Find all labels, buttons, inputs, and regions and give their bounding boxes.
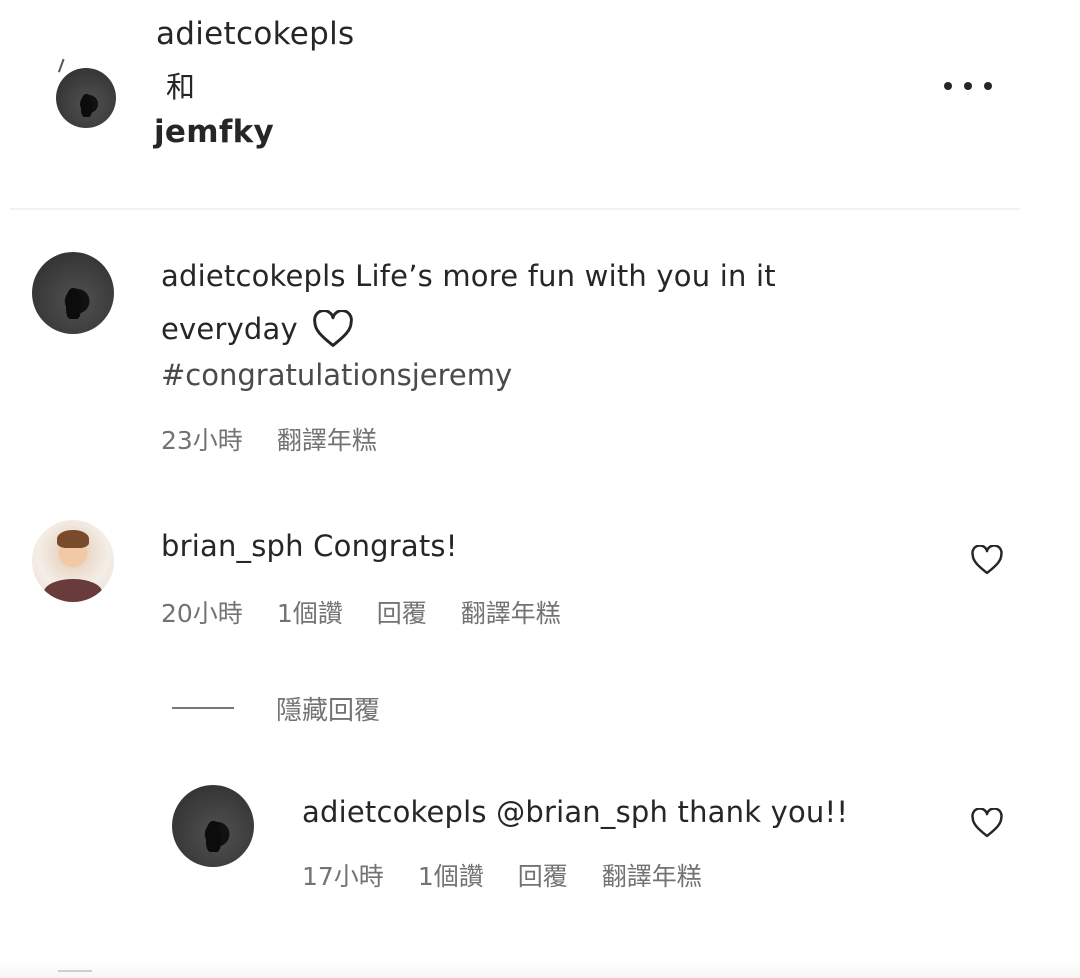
comment-username[interactable]: brian_sph: [161, 529, 304, 563]
translate-button[interactable]: 翻譯年糕: [602, 857, 702, 893]
comment-text: Life’s more fun with you in it: [355, 259, 776, 293]
comment-time: 23小時: [161, 426, 243, 455]
avatar[interactable]: [56, 68, 116, 128]
comment-text: Congrats!: [313, 529, 458, 563]
reply-time: 17小時: [302, 862, 384, 891]
avatar[interactable]: [32, 520, 114, 602]
reply-text: @brian_sph thank you!!: [496, 795, 849, 829]
reply-button[interactable]: 回覆: [377, 594, 427, 630]
reply-button[interactable]: 回覆: [518, 857, 568, 893]
translate-button[interactable]: 翻譯年糕: [461, 594, 561, 630]
comment-text: everyday: [161, 312, 298, 346]
reply-body: adietcokepls @brian_sph thank you!!: [302, 786, 848, 838]
header-conjunction: 和: [166, 70, 196, 104]
bottom-edge-mark: [58, 970, 92, 972]
avatar[interactable]: [172, 785, 254, 867]
hashtag-link[interactable]: #congratulationsjeremy: [161, 358, 512, 392]
comment-body-line2: everyday: [161, 303, 354, 355]
header-username-2[interactable]: jemfky: [154, 114, 274, 150]
translate-button[interactable]: 翻譯年糕: [277, 421, 377, 457]
header-username-1[interactable]: adietcokepls: [156, 16, 355, 52]
comment-meta: 20小時 1個讚 回覆 翻譯年糕: [161, 594, 561, 630]
avatar[interactable]: [32, 252, 114, 334]
reply-username[interactable]: adietcokepls: [302, 795, 487, 829]
bottom-fade: [0, 960, 1080, 978]
heart-outline-icon[interactable]: [970, 545, 1004, 575]
likes-count[interactable]: 1個讚: [418, 857, 484, 893]
heart-outline-icon[interactable]: [970, 808, 1004, 838]
comment-username[interactable]: adietcokepls: [161, 259, 346, 293]
comment-body: adietcokepls Life’s more fun with you in…: [161, 250, 776, 302]
more-horizontal-icon[interactable]: [944, 76, 992, 96]
replies-divider-line: [172, 707, 234, 709]
hide-replies-button[interactable]: 隱藏回覆: [276, 690, 380, 727]
header-divider: [10, 208, 1020, 210]
comment-body: brian_sph Congrats!: [161, 520, 458, 572]
comment-time: 20小時: [161, 599, 243, 628]
reply-meta: 17小時 1個讚 回覆 翻譯年糕: [302, 857, 702, 893]
heart-emoji-icon: [313, 310, 353, 347]
comment-meta: 23小時 翻譯年糕: [161, 421, 377, 457]
likes-count[interactable]: 1個讚: [277, 594, 343, 630]
